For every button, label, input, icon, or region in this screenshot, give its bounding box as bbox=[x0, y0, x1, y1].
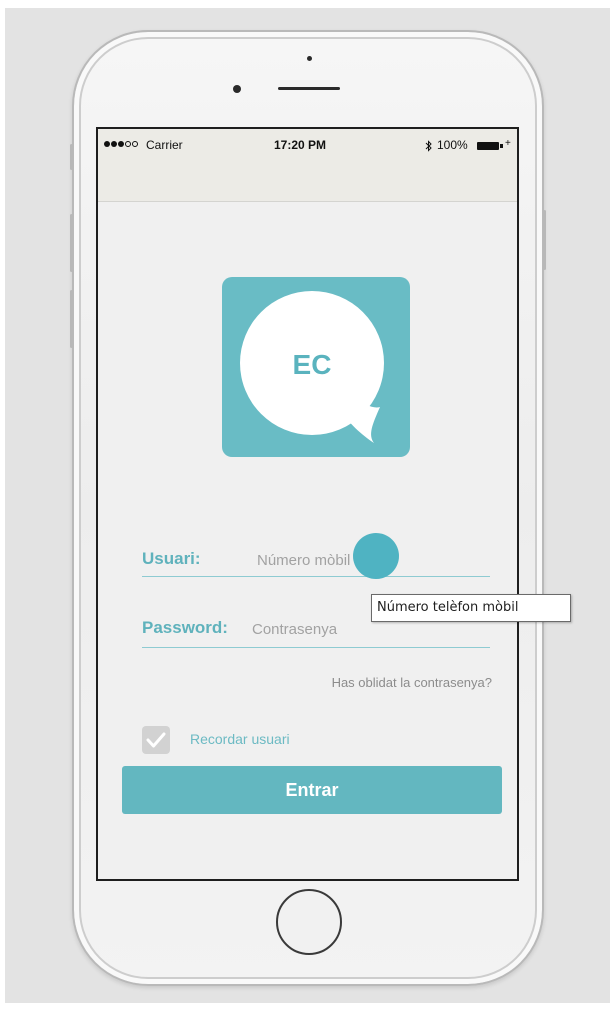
tooltip: Número telèfon mòbil bbox=[371, 594, 571, 622]
username-underline bbox=[142, 576, 490, 577]
checkmark-icon bbox=[146, 732, 166, 748]
app-logo: EC bbox=[222, 277, 410, 457]
earpiece-speaker bbox=[278, 87, 340, 90]
phone-screen: Carrier 17:20 PM 100% + EC Usuari: Passw… bbox=[96, 127, 519, 881]
status-time: 17:20 PM bbox=[274, 138, 327, 152]
volume-down-button bbox=[70, 290, 73, 348]
remember-checkbox[interactable] bbox=[142, 726, 170, 754]
password-input[interactable] bbox=[252, 619, 488, 639]
status-bar: Carrier 17:20 PM 100% + bbox=[98, 129, 517, 202]
password-underline bbox=[142, 647, 490, 648]
carrier-name: Carrier bbox=[146, 138, 183, 152]
forgot-password-link[interactable]: Has oblidat la contrasenya? bbox=[238, 675, 492, 690]
volume-up-button bbox=[70, 214, 73, 272]
battery-percentage: 100% bbox=[437, 138, 468, 152]
signal-strength-icon bbox=[104, 141, 138, 147]
username-label: Usuari: bbox=[142, 549, 201, 568]
charging-icon: + bbox=[505, 138, 511, 149]
home-button[interactable] bbox=[276, 889, 342, 955]
battery-tip bbox=[500, 144, 503, 148]
remember-label[interactable]: Recordar usuari bbox=[190, 731, 290, 747]
front-camera bbox=[233, 85, 241, 93]
logo-text: EC bbox=[292, 349, 332, 380]
battery-icon bbox=[477, 142, 499, 150]
proximity-sensor bbox=[307, 56, 312, 61]
password-label: Password: bbox=[142, 618, 228, 637]
mute-switch bbox=[70, 144, 73, 170]
login-button[interactable]: Entrar bbox=[122, 766, 502, 814]
bluetooth-icon bbox=[425, 140, 432, 152]
click-indicator bbox=[353, 533, 399, 579]
power-button bbox=[543, 210, 546, 270]
